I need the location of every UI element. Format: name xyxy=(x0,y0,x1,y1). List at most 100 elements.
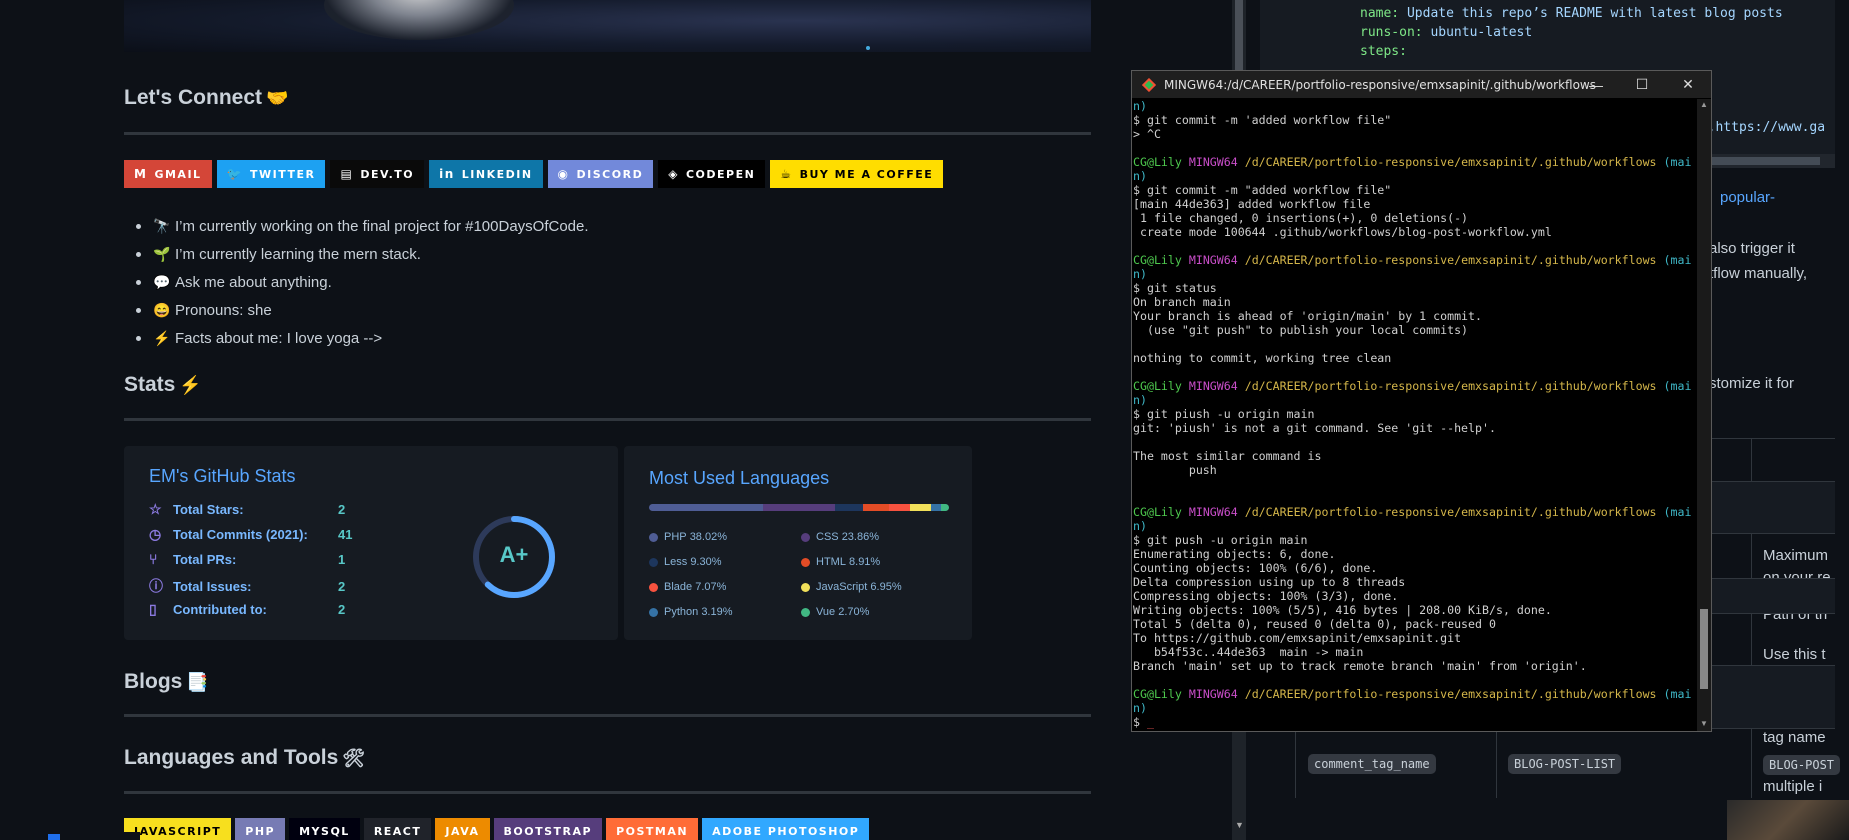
stat-label: Total PRs: xyxy=(173,551,237,567)
language-percent: 9.30% xyxy=(690,556,722,568)
banner-star xyxy=(866,46,870,50)
language-bar-segment xyxy=(862,504,890,511)
language-dot xyxy=(649,557,658,567)
twitter-badge[interactable]: 🐦 TWITTER xyxy=(216,160,326,188)
terminal-text: Enumerating objects: 6, done. xyxy=(1133,547,1336,561)
yaml-value: ubuntu-latest xyxy=(1422,25,1533,40)
terminal-scrollbar[interactable]: ▲ ▼ xyxy=(1697,99,1711,731)
terminal-line: n) xyxy=(1133,393,1695,407)
terminal-output[interactable]: n) $ git commit -m 'added workflow file" >… xyxy=(1133,99,1695,731)
section-divider xyxy=(124,418,1091,421)
discord-badge[interactable]: ◉ DISCORD xyxy=(547,160,654,188)
languages-card-title: Most Used Languages xyxy=(649,468,830,488)
connect-heading: Let's Connect 🤝 xyxy=(124,86,288,110)
badge-label: TWITTER xyxy=(250,167,316,181)
stat-row: ☆ Total Stars: 2 xyxy=(149,501,345,518)
header-banner-image xyxy=(124,0,1091,52)
readme-link[interactable]: popular- xyxy=(1720,189,1775,206)
terminal-text: Compressing objects: 100% (3/3), done. xyxy=(1133,589,1399,603)
language-item: JavaScript 6.95% xyxy=(801,581,902,593)
javascript-badge[interactable]: JAVASCRIPT xyxy=(124,818,232,840)
adobe-photoshop-badge[interactable]: ADOBE PHOTOSHOP xyxy=(702,818,870,840)
terminal-line: Delta compression using up to 8 threads xyxy=(1133,575,1695,589)
terminal-text: 1 file changed, 0 insertions(+), 0 delet… xyxy=(1133,211,1469,225)
minimize-button[interactable]: — xyxy=(1573,71,1619,98)
close-button[interactable]: ✕ xyxy=(1665,71,1711,98)
stat-label: Contributed to: xyxy=(173,602,267,617)
language-name: PHP xyxy=(664,531,687,543)
prompt-branch: (mai xyxy=(1663,253,1692,267)
scroll-down-icon[interactable]: ▼ xyxy=(1235,820,1244,830)
language-item: Python 3.19% xyxy=(649,606,733,618)
prompt-host: MINGW64 xyxy=(1188,505,1238,519)
language-name: HTML xyxy=(816,556,846,568)
terminal-text: Counting objects: 100% (6/6), done. xyxy=(1133,561,1378,575)
terminal-text: n) xyxy=(1133,267,1147,281)
php-badge[interactable]: PHP xyxy=(235,818,286,840)
terminal-line: (use "git push" to publish your local co… xyxy=(1133,323,1695,337)
prompt-branch: (mai xyxy=(1663,379,1692,393)
about-list-item: 🔭 I’m currently working on the final proj… xyxy=(136,212,589,240)
dev-to-badge[interactable]: ▤ DEV.TO xyxy=(330,160,425,188)
readme-text-fragment: also trigger it xyxy=(1709,240,1795,257)
language-bar-segment xyxy=(940,504,949,511)
banner-figure xyxy=(324,0,514,40)
terminal-text: n) xyxy=(1133,519,1147,533)
git-bash-terminal-window[interactable]: MINGW64:/d/CAREER/portfolio-responsive/e… xyxy=(1131,70,1712,732)
postman-badge[interactable]: POSTMAN xyxy=(606,818,699,840)
terminal-titlebar[interactable]: MINGW64:/d/CAREER/portfolio-responsive/e… xyxy=(1132,71,1711,98)
languages-bar xyxy=(649,504,949,511)
linkedin-badge[interactable]: in LINKEDIN xyxy=(429,160,543,188)
scroll-down-icon[interactable]: ▼ xyxy=(1700,719,1708,728)
grade-label: A+ xyxy=(499,542,529,567)
terminal-line: create mode 100644 .github/workflows/blo… xyxy=(1133,225,1695,239)
bullet-emoji-icon: 🌱 xyxy=(153,245,171,262)
maximize-button[interactable]: ☐ xyxy=(1619,71,1665,98)
bullet-emoji-icon: 😄 xyxy=(153,301,171,318)
terminal-line: CG@Lily MINGW64 /d/CAREER/portfolio-resp… xyxy=(1133,155,1695,169)
bootstrap-badge[interactable]: BOOTSTRAP xyxy=(493,818,603,840)
terminal-line: $ git commit -m 'added workflow file" xyxy=(1133,113,1695,127)
stat-label: Total Commits (2021): xyxy=(173,527,308,542)
terminal-line: > ^C xyxy=(1133,127,1695,141)
codepen-icon: ◈ xyxy=(668,167,679,181)
terminal-text: nothing to commit, working tree clean xyxy=(1133,351,1392,365)
badge-label: DEV.TO xyxy=(360,167,415,181)
github-stats-card[interactable]: EM's GitHub Stats ☆ Total Stars: 2 ◷ Total C… xyxy=(124,446,618,640)
table-row xyxy=(1295,728,1835,798)
section-divider xyxy=(124,714,1091,717)
mysql-badge[interactable]: MYSQL xyxy=(289,818,360,840)
terminal-text: Total 5 (delta 0), reused 0 (delta 0), p… xyxy=(1133,617,1496,631)
terminal-text: $ git commit -m 'added workflow file" xyxy=(1133,113,1392,127)
scroll-up-icon[interactable]: ▲ xyxy=(1700,100,1708,109)
badge-label: LINKEDIN xyxy=(461,167,533,181)
buy-me-a-coffee-badge[interactable]: ☕ BUY ME A COFFEE xyxy=(770,160,944,188)
bullet-dot xyxy=(136,251,141,257)
stat-value: 41 xyxy=(338,527,353,542)
stat-value: 1 xyxy=(338,551,346,567)
taskbar-fragment xyxy=(0,832,140,840)
gmail-badge[interactable]: M GMAIL xyxy=(124,160,212,188)
java-badge[interactable]: JAVA xyxy=(435,818,490,840)
terminal-line: nothing to commit, working tree clean xyxy=(1133,351,1695,365)
language-bar-segment xyxy=(763,504,835,511)
readme-text-fragment: tflow manually, xyxy=(1709,265,1808,282)
codepen-badge[interactable]: ◈ CODEPEN xyxy=(658,160,766,188)
language-name: JavaScript xyxy=(816,581,868,593)
prompt-user: CG@Lily xyxy=(1133,379,1182,393)
stat-row: ⓘ Total Issues: 2 xyxy=(149,576,345,596)
language-percent: 7.07% xyxy=(695,581,727,593)
scrollbar-thumb[interactable] xyxy=(1700,609,1708,689)
yaml-key: name: xyxy=(1360,6,1400,21)
terminal-text: Delta compression using up to 8 threads xyxy=(1133,575,1406,589)
gmail-icon: M xyxy=(134,167,148,181)
about-list-item: 🌱 I’m currently learning the mern stack. xyxy=(136,240,589,268)
language-dot xyxy=(649,607,658,617)
stat-value: 2 xyxy=(338,502,346,517)
terminal-line: $ git piush -u origin main xyxy=(1133,407,1695,421)
top-languages-card[interactable]: Most Used Languages PHP 38.02% CSS 23.86%… xyxy=(624,446,972,640)
react-badge[interactable]: REACT xyxy=(363,818,432,840)
bullet-dot xyxy=(136,335,141,341)
